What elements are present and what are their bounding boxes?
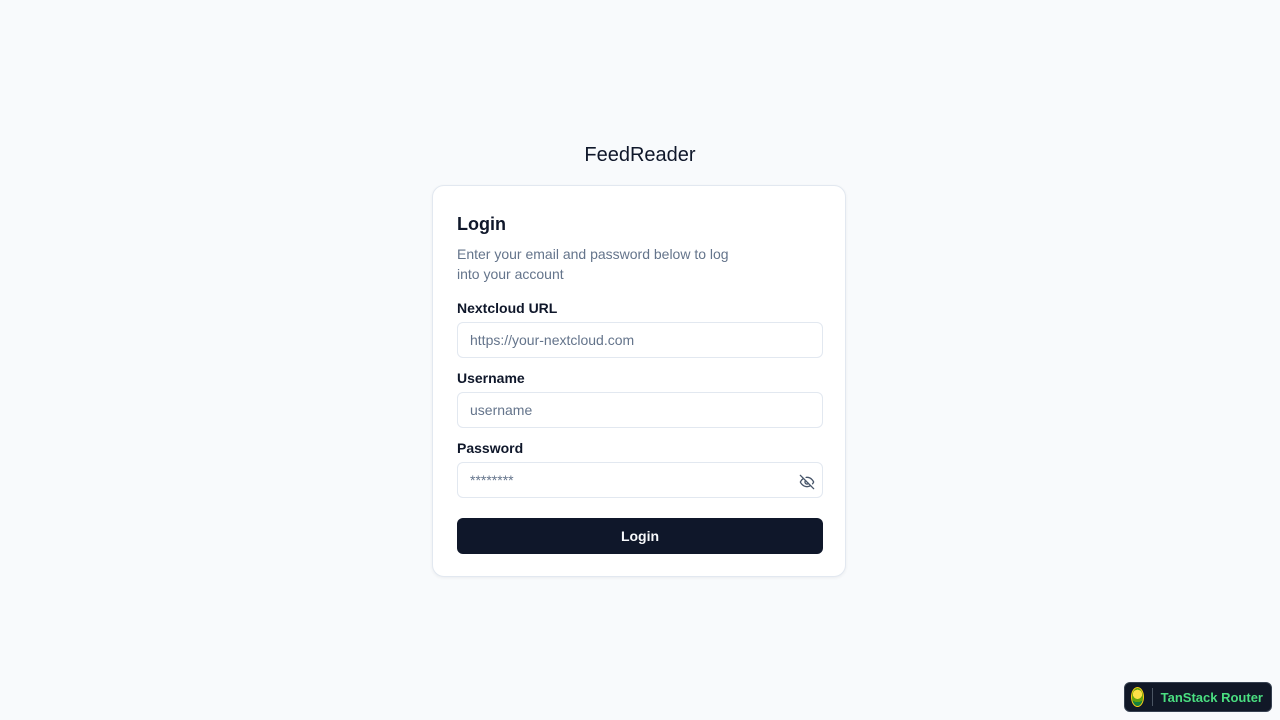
card-description: Enter your email and password below to l…	[457, 246, 729, 282]
divider	[1152, 688, 1153, 706]
nextcloud-url-input[interactable]	[457, 322, 823, 358]
password-label: Password	[457, 440, 524, 456]
card-title: Login	[457, 214, 506, 234]
tanstack-router-devtools-button[interactable]: TanStack Router	[1124, 682, 1272, 712]
username-label: Username	[457, 370, 525, 386]
tanstack-logo-icon	[1131, 687, 1145, 707]
password-input[interactable]	[457, 462, 823, 498]
nextcloud-url-label: Nextcloud URL	[457, 300, 558, 316]
app-title: FeedReader	[584, 144, 696, 166]
devtools-label: TanStack Router	[1160, 689, 1263, 705]
login-button[interactable]: Login	[457, 518, 823, 554]
eye-off-icon[interactable]	[797, 472, 817, 492]
username-input[interactable]	[457, 392, 823, 428]
login-card: Login Enter your email and password belo…	[432, 185, 846, 577]
